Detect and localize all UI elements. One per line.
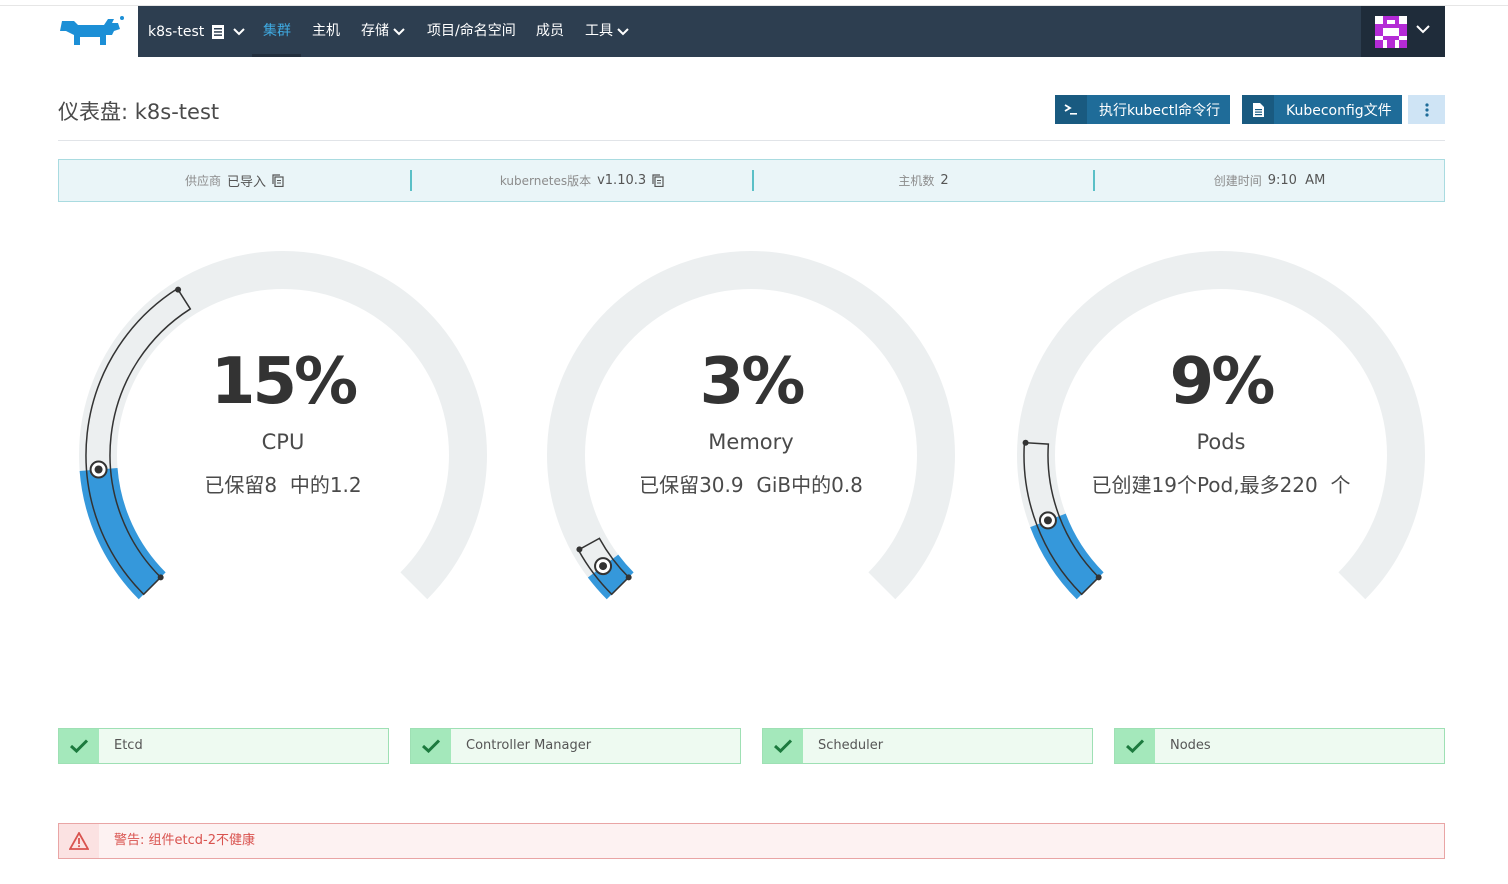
gauge-used-arc bbox=[1030, 513, 1104, 600]
memory-gauge: 3% Memory 已保留30.9 GiB中的0.8 bbox=[541, 245, 961, 605]
component-scheduler: Scheduler bbox=[762, 728, 1093, 764]
gauge-reserved-marker bbox=[576, 546, 583, 553]
nav-item-label: 主机 bbox=[312, 23, 340, 39]
warning-icon bbox=[59, 824, 99, 858]
component-name: Nodes bbox=[1170, 738, 1211, 753]
check-icon bbox=[763, 729, 803, 763]
nav-item-storage[interactable]: 存储 bbox=[361, 6, 405, 57]
info-value: v1.10.3 bbox=[597, 173, 647, 188]
nav-item-label: 存储 bbox=[361, 23, 389, 39]
nav-item-label: 成员 bbox=[536, 23, 564, 39]
kubectl-button[interactable]: 执行kubectl命令行 bbox=[1055, 95, 1231, 124]
info-label: 供应商 bbox=[184, 174, 221, 188]
component-etcd: Etcd bbox=[58, 728, 389, 764]
alert-message: 警告: 组件etcd-2不健康 bbox=[114, 833, 255, 848]
gauge-label: CPU bbox=[261, 430, 305, 454]
gauge-track bbox=[79, 251, 487, 600]
cluster-list-icon bbox=[212, 24, 225, 39]
info-hosts: 主机数 2 bbox=[754, 160, 1093, 201]
chevron-down-icon bbox=[393, 27, 405, 35]
gauge-arc bbox=[1017, 251, 1425, 600]
info-label: 主机数 bbox=[898, 174, 935, 188]
cluster-name: k8s-test bbox=[148, 23, 205, 40]
gauge-detail: 已创建19个Pod,最多220 个 bbox=[1091, 473, 1351, 497]
nav-item-tools[interactable]: 工具 bbox=[585, 6, 629, 57]
gauge-percent: 3% bbox=[699, 345, 806, 419]
nav-item-hosts[interactable]: 主机 bbox=[312, 6, 340, 57]
gauge-used-marker-dot bbox=[1043, 516, 1052, 525]
chevron-down-icon bbox=[617, 27, 629, 35]
gauge-percent: 15% bbox=[210, 345, 358, 419]
gauge-track bbox=[1017, 251, 1425, 600]
gauge-start-marker bbox=[1095, 574, 1102, 581]
header-divider bbox=[58, 140, 1445, 141]
check-icon bbox=[411, 729, 451, 763]
info-provider: 供应商 已导入 bbox=[59, 160, 410, 201]
nav-item-label: 工具 bbox=[585, 23, 613, 39]
info-label: kubernetes版本 bbox=[499, 174, 592, 188]
page-title: 仪表盘: k8s-test bbox=[58, 100, 220, 124]
chevron-down-icon bbox=[1416, 25, 1430, 34]
info-value: 9:10 AM bbox=[1267, 173, 1326, 188]
nav-item-label: 集群 bbox=[263, 23, 291, 39]
top-navbar: k8s-test 集群 主机 存储 项目/命名空间 成员 工具 bbox=[138, 6, 1445, 57]
component-name: Scheduler bbox=[818, 738, 884, 753]
check-icon bbox=[59, 729, 99, 763]
component-controller-manager: Controller Manager bbox=[410, 728, 741, 764]
info-value: 2 bbox=[940, 173, 949, 188]
component-name: Etcd bbox=[114, 738, 143, 753]
gauge-label: Pods bbox=[1196, 430, 1246, 454]
gauge-track bbox=[547, 251, 955, 600]
etcd-warning-alert: 警告: 组件etcd-2不健康 bbox=[58, 823, 1445, 859]
gauge-detail: 已保留30.9 GiB中的0.8 bbox=[639, 473, 863, 497]
gauge-arc bbox=[79, 251, 487, 600]
user-menu[interactable] bbox=[1361, 6, 1445, 57]
avatar bbox=[1375, 16, 1407, 48]
copy-icon[interactable] bbox=[272, 174, 284, 187]
terminal-icon bbox=[1055, 95, 1087, 124]
kubectl-button-label: 执行kubectl命令行 bbox=[1099, 102, 1221, 119]
gauge-used-marker-dot bbox=[599, 562, 608, 571]
cpu-gauge: 15% CPU 已保留8 中的1.2 bbox=[73, 245, 493, 605]
nav-item-cluster[interactable]: 集群 bbox=[252, 6, 301, 57]
check-icon bbox=[1115, 729, 1155, 763]
gauge-label: Memory bbox=[708, 430, 794, 454]
info-version: kubernetes版本 v1.10.3 bbox=[412, 160, 752, 201]
nav-item-label: 项目/命名空间 bbox=[427, 23, 516, 39]
info-value: 已导入 bbox=[227, 175, 267, 190]
gauge-reserved-marker bbox=[175, 286, 182, 293]
gauge-start-marker bbox=[157, 574, 164, 581]
cluster-info-bar: 供应商 已导入 kubernetes版本 v1.10.3 主机数 2 创建时间 … bbox=[58, 159, 1445, 202]
nav-item-projects[interactable]: 项目/命名空间 bbox=[427, 6, 516, 57]
gauge-start-marker bbox=[625, 574, 632, 581]
vertical-dots-icon bbox=[1424, 102, 1429, 117]
cluster-switcher[interactable]: k8s-test bbox=[148, 6, 245, 57]
info-label: 创建时间 bbox=[1213, 174, 1262, 188]
kubeconfig-button-label: Kubeconfig文件 bbox=[1286, 102, 1392, 119]
nav-item-members[interactable]: 成员 bbox=[536, 6, 564, 57]
file-icon bbox=[1242, 95, 1274, 124]
copy-icon[interactable] bbox=[652, 174, 664, 187]
component-nodes: Nodes bbox=[1114, 728, 1445, 764]
info-created: 创建时间 9:10 AM bbox=[1095, 160, 1444, 201]
gauge-arc bbox=[547, 251, 955, 600]
chevron-down-icon bbox=[233, 27, 245, 35]
pods-gauge: 9% Pods 已创建19个Pod,最多220 个 bbox=[1011, 245, 1431, 605]
gauge-detail: 已保留8 中的1.2 bbox=[204, 473, 362, 497]
more-actions-button[interactable] bbox=[1408, 95, 1445, 124]
rancher-cow-icon[interactable] bbox=[56, 13, 128, 51]
component-name: Controller Manager bbox=[466, 738, 592, 753]
kubeconfig-button[interactable]: Kubeconfig文件 bbox=[1242, 95, 1402, 124]
gauge-percent: 9% bbox=[1169, 345, 1276, 419]
